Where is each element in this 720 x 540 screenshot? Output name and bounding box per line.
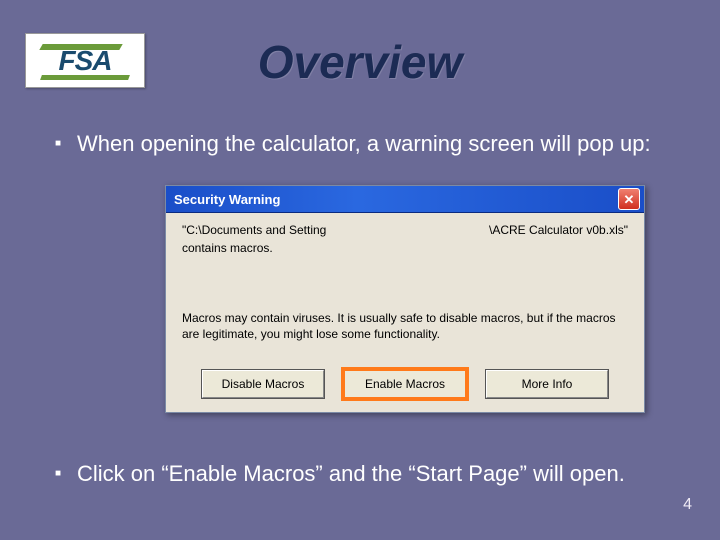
bullet-text: When opening the calculator, a warning s… xyxy=(77,130,680,158)
bullet-list: ■ When opening the calculator, a warning… xyxy=(55,130,680,168)
bullet-item: ■ When opening the calculator, a warning… xyxy=(55,130,680,158)
dialog-title: Security Warning xyxy=(174,192,280,207)
dialog-titlebar: Security Warning ✕ xyxy=(166,186,644,213)
close-button[interactable]: ✕ xyxy=(618,188,640,210)
more-info-button[interactable]: More Info xyxy=(486,370,608,398)
dialog-frame: Security Warning ✕ "C:\Documents and Set… xyxy=(165,185,645,413)
macro-warning-note: Macros may contain viruses. It is usuall… xyxy=(182,311,628,342)
dialog-body: "C:\Documents and Setting \ACRE Calculat… xyxy=(166,213,644,364)
button-label: Enable Macros xyxy=(365,377,445,391)
file-path-row: "C:\Documents and Setting \ACRE Calculat… xyxy=(182,223,628,239)
file-path-left: "C:\Documents and Setting xyxy=(182,223,326,239)
button-label: Disable Macros xyxy=(222,377,305,391)
page-title: Overview xyxy=(0,35,720,89)
bullet-list-2: ■ Click on “Enable Macros” and the “Star… xyxy=(55,460,680,498)
page-number: 4 xyxy=(683,496,692,514)
bullet-icon: ■ xyxy=(55,138,77,149)
bullet-icon: ■ xyxy=(55,468,77,479)
dialog-button-row: Disable Macros Enable Macros More Info xyxy=(166,364,644,412)
file-path-right: \ACRE Calculator v0b.xls" xyxy=(489,223,628,239)
bullet-item: ■ Click on “Enable Macros” and the “Star… xyxy=(55,460,680,488)
contains-macros-text: contains macros. xyxy=(182,241,628,257)
slide: FSA Overview ■ When opening the calculat… xyxy=(0,0,720,540)
security-warning-dialog: Security Warning ✕ "C:\Documents and Set… xyxy=(165,185,645,413)
disable-macros-button[interactable]: Disable Macros xyxy=(202,370,324,398)
button-label: More Info xyxy=(522,377,573,391)
enable-macros-button[interactable]: Enable Macros xyxy=(344,370,466,398)
bullet-text: Click on “Enable Macros” and the “Start … xyxy=(77,460,680,488)
close-icon: ✕ xyxy=(624,193,635,206)
